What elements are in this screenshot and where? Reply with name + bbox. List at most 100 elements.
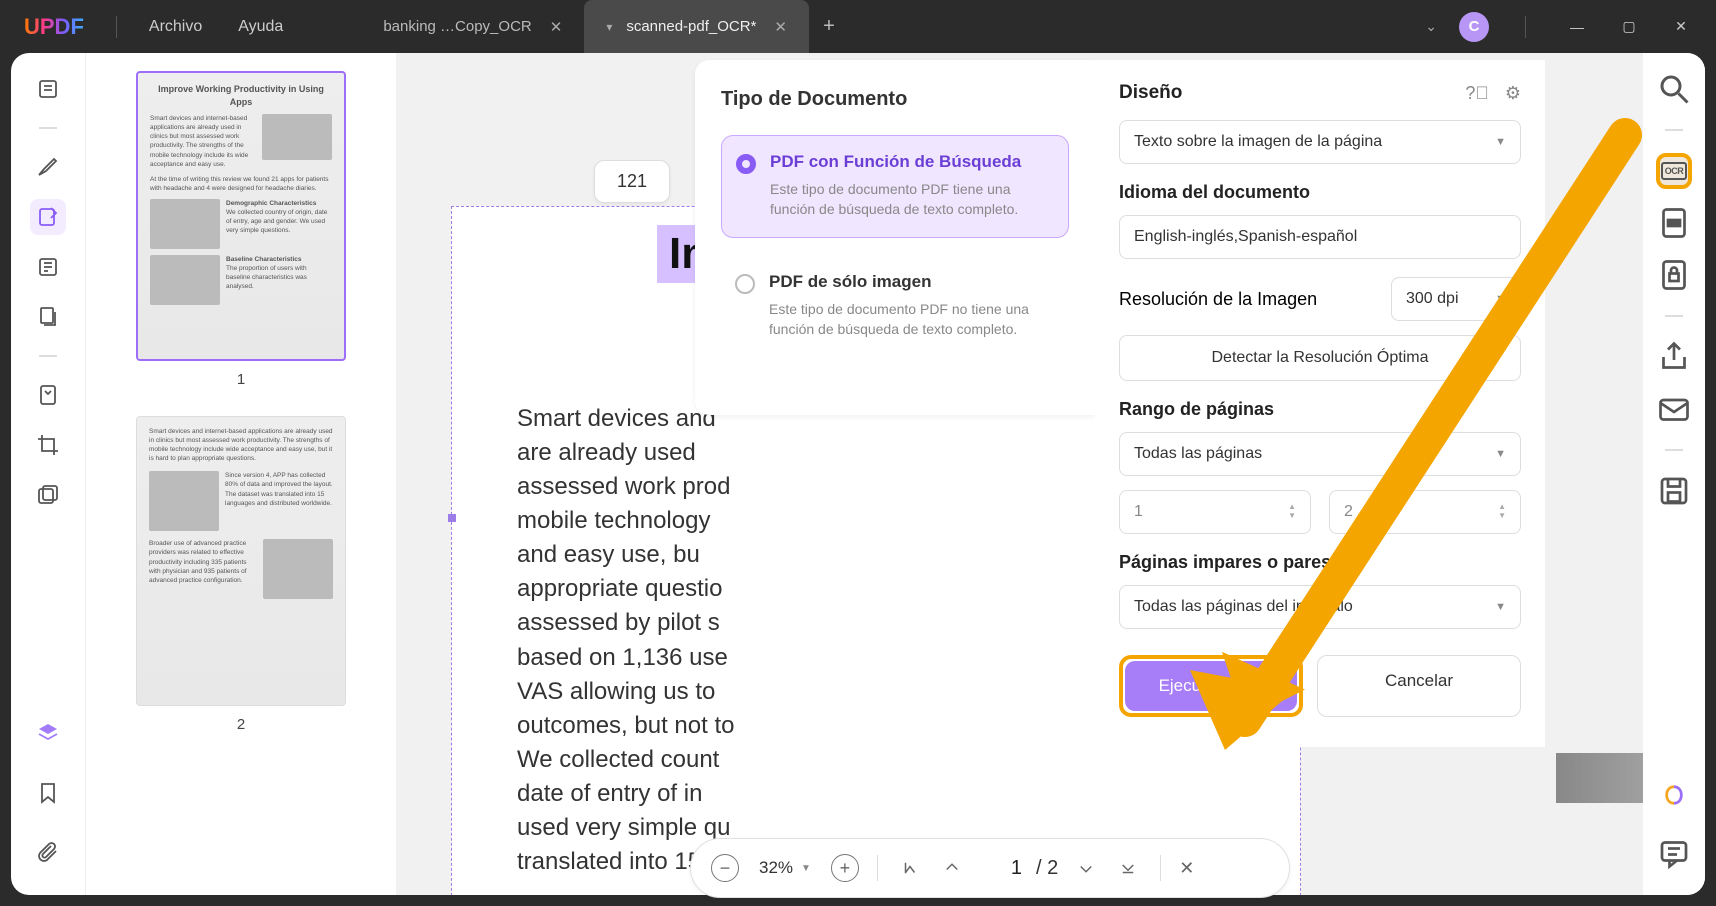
chevron-down-icon: ▼ <box>1495 601 1506 613</box>
avatar[interactable]: C <box>1459 12 1489 42</box>
card-title: Tipo de Documento <box>721 88 1069 111</box>
email-icon[interactable] <box>1656 391 1692 427</box>
resolution-select[interactable]: 300 dpi ▼ <box>1391 277 1521 321</box>
page-range-label: Rango de páginas <box>1119 399 1521 420</box>
tab-label: scanned-pdf_OCR* <box>626 18 756 35</box>
next-page-button[interactable] <box>1072 854 1100 882</box>
prev-page-button[interactable] <box>938 854 966 882</box>
design-select[interactable]: Texto sobre la imagen de la página ▼ <box>1119 120 1521 164</box>
chevron-down-icon: ▼ <box>801 863 811 874</box>
zoom-select[interactable]: 32%▼ <box>759 858 811 878</box>
close-button[interactable]: ✕ <box>1666 18 1696 35</box>
crop-icon[interactable] <box>30 427 66 463</box>
help-icon[interactable]: ?⃝ <box>1465 83 1489 104</box>
title-bar: UPDF Archivo Ayuda banking …Copy_OCR ✕ ▾… <box>0 0 1716 53</box>
titlebar-right: ⌄ C — ▢ ✕ <box>1425 12 1716 42</box>
range-from-input[interactable]: 1 ▲▼ <box>1119 490 1311 534</box>
option-searchable-pdf[interactable]: PDF con Función de Búsqueda Este tipo de… <box>721 135 1069 238</box>
chevron-down-icon[interactable]: ▾ <box>606 20 612 34</box>
option-image-only-pdf[interactable]: PDF de sólo imagen Este tipo de document… <box>721 256 1069 357</box>
bookmark-icon[interactable] <box>30 775 66 811</box>
menu-help[interactable]: Ayuda <box>238 18 283 36</box>
block-number-pill: 121 <box>594 160 670 203</box>
thumbnail-page-2[interactable]: Smart devices and internet-based applica… <box>136 416 346 706</box>
zoom-out-button[interactable]: − <box>711 854 739 882</box>
chevron-down-icon: ▼ <box>1495 448 1506 460</box>
save-icon[interactable] <box>1656 473 1692 509</box>
organize-icon[interactable] <box>30 299 66 335</box>
odd-even-select[interactable]: Todas las páginas del intervalo ▼ <box>1119 585 1521 629</box>
gear-icon[interactable]: ⚙ <box>1505 83 1521 104</box>
input-value: 1 <box>1134 503 1143 521</box>
ai-icon[interactable] <box>1656 777 1692 813</box>
tab-banking[interactable]: banking …Copy_OCR ✕ <box>361 0 584 53</box>
detect-resolution-button[interactable]: Detectar la Resolución Óptima <box>1119 335 1521 381</box>
option-desc: Este tipo de documento PDF no tiene una … <box>769 300 1051 339</box>
chevron-down-icon[interactable]: ⌄ <box>1425 18 1437 35</box>
page-number-input[interactable] <box>980 857 1022 880</box>
option-title: PDF de sólo imagen <box>769 272 1051 292</box>
tabs: banking …Copy_OCR ✕ ▾ scanned-pdf_OCR* ✕… <box>361 0 849 53</box>
thumb-number-2: 2 <box>120 716 362 733</box>
thumbnail-page-1[interactable]: Improve Working Productivity in Using Ap… <box>136 71 346 361</box>
input-value: 2 <box>1344 503 1353 521</box>
share-icon[interactable] <box>1656 339 1692 375</box>
separator <box>877 855 878 881</box>
design-label: Diseño <box>1119 82 1182 104</box>
select-value: Texto sobre la imagen de la página <box>1134 133 1382 151</box>
resize-handle[interactable] <box>448 514 456 522</box>
chevron-down-icon: ▼ <box>1495 293 1506 305</box>
edit-icon[interactable] <box>30 199 66 235</box>
minimize-button[interactable]: — <box>1562 19 1592 35</box>
stepper-arrows-icon[interactable]: ▲▼ <box>1288 503 1296 521</box>
layers-icon[interactable] <box>30 715 66 751</box>
ocr-icon[interactable]: OCR <box>1656 153 1692 189</box>
close-icon[interactable]: ✕ <box>774 18 787 36</box>
left-rail-bottom <box>30 715 66 895</box>
comment-icon[interactable] <box>30 149 66 185</box>
tab-scanned[interactable]: ▾ scanned-pdf_OCR* ✕ <box>584 0 809 53</box>
zoom-in-button[interactable]: + <box>831 854 859 882</box>
separator <box>39 127 57 129</box>
protect-icon[interactable] <box>1656 257 1692 293</box>
select-value: 300 dpi <box>1406 290 1459 308</box>
radio-selected-icon[interactable] <box>736 154 756 174</box>
new-tab-button[interactable]: + <box>809 0 849 53</box>
maximize-button[interactable]: ▢ <box>1614 18 1644 35</box>
redact-icon[interactable] <box>1656 205 1692 241</box>
reader-icon[interactable] <box>30 71 66 107</box>
menu-file[interactable]: Archivo <box>149 18 202 36</box>
close-icon[interactable]: ✕ <box>550 18 563 36</box>
page-total-value: 2 <box>1047 857 1058 879</box>
stepper-arrows-icon[interactable]: ▲▼ <box>1498 503 1506 521</box>
separator <box>39 355 57 357</box>
radio-icon[interactable] <box>735 274 755 294</box>
separator <box>1665 315 1683 317</box>
language-label: Idioma del documento <box>1119 182 1521 203</box>
attachment-icon[interactable] <box>30 835 66 871</box>
highlight-run-ocr: Ejecutar OCR <box>1119 655 1303 717</box>
first-page-button[interactable] <box>896 854 924 882</box>
close-controls-button[interactable]: ✕ <box>1179 858 1194 879</box>
form-icon[interactable] <box>30 249 66 285</box>
option-desc: Este tipo de documento PDF tiene una fun… <box>770 180 1050 219</box>
compress-icon[interactable] <box>30 377 66 413</box>
batch-icon[interactable] <box>30 477 66 513</box>
search-icon[interactable] <box>1656 71 1692 107</box>
range-to-input[interactable]: 2 ▲▼ <box>1329 490 1521 534</box>
thumbnails-panel: Improve Working Productivity in Using Ap… <box>86 53 396 895</box>
page-range-select[interactable]: Todas las páginas ▼ <box>1119 432 1521 476</box>
comment-panel-icon[interactable] <box>1656 835 1692 871</box>
run-ocr-button[interactable]: Ejecutar OCR <box>1125 661 1297 711</box>
page-total: / 2 <box>1036 857 1058 880</box>
option-title: PDF con Función de Búsqueda <box>770 152 1050 172</box>
left-toolbar <box>11 53 86 895</box>
cancel-button[interactable]: Cancelar <box>1317 655 1521 717</box>
divider <box>1525 16 1526 38</box>
last-page-button[interactable] <box>1114 854 1142 882</box>
separator <box>1160 855 1161 881</box>
language-select[interactable]: English-inglés,Spanish-español <box>1119 215 1521 259</box>
odd-even-label: Páginas impares o pares <box>1119 552 1521 573</box>
thumb-title: Improve Working Productivity in Using Ap… <box>150 83 332 108</box>
separator <box>1665 129 1683 131</box>
